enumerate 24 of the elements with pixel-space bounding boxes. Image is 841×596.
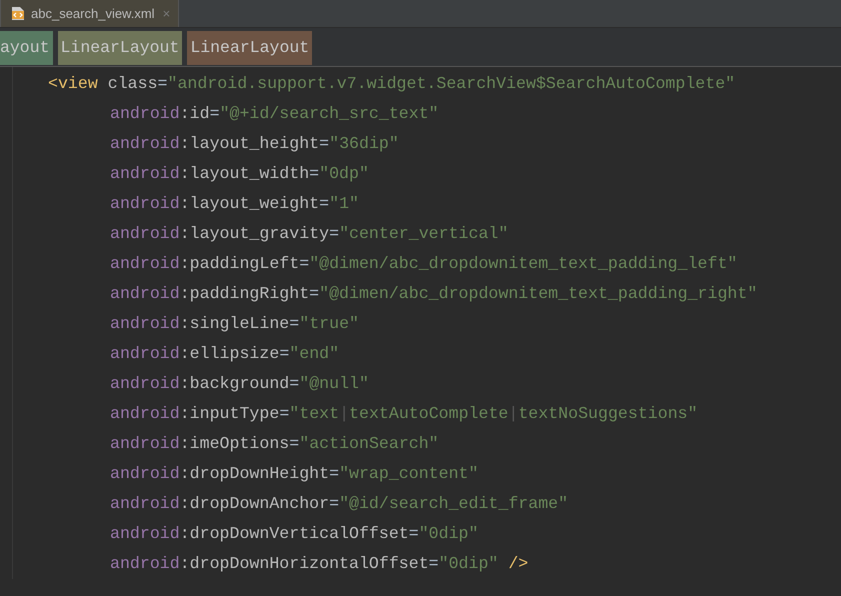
breadcrumb[interactable]: LinearLayout: [187, 31, 312, 65]
code-line: android:layout_weight="1": [110, 194, 359, 213]
code-line: android:inputType="text|textAutoComplete|textNoSuggestions": [110, 404, 698, 423]
code-line: android:dropDownHeight="wrap_content": [110, 464, 478, 483]
code-line: android:layout_gravity="center_vertical": [110, 224, 508, 243]
xml-file-icon: [11, 6, 25, 21]
code-line: android:paddingLeft="@dimen/abc_dropdownitem_text_padding_left": [110, 254, 738, 273]
code-line: android:ellipsize="end": [110, 344, 340, 363]
close-tab-button[interactable]: ×: [162, 4, 170, 24]
code-line: android:dropDownAnchor="@id/search_edit_frame": [110, 494, 568, 513]
code-line: android:layout_width="0dp": [110, 164, 369, 183]
code-line: <view class="android.support.v7.widget.SearchView$SearchAutoComplete": [48, 74, 736, 93]
breadcrumb[interactable]: ayout: [0, 31, 53, 65]
tab-label: abc_search_view.xml: [31, 4, 155, 23]
code-line: android:paddingRight="@dimen/abc_dropdownitem_text_padding_right": [110, 284, 758, 303]
code-line: android:imeOptions="actionSearch": [110, 434, 439, 453]
code-line: android:dropDownVerticalOffset="0dip": [110, 524, 478, 543]
file-tab[interactable]: abc_search_view.xml ×: [0, 0, 180, 27]
code-line: android:id="@+id/search_src_text": [110, 104, 439, 123]
code-line: android:background="@null": [110, 374, 369, 393]
code-line: android:layout_height="36dip": [110, 134, 399, 153]
breadcrumb[interactable]: LinearLayout: [58, 31, 182, 65]
code-line: android:dropDownHorizontalOffset="0dip" />: [110, 554, 528, 573]
code-line: android:singleLine="true": [110, 314, 359, 333]
